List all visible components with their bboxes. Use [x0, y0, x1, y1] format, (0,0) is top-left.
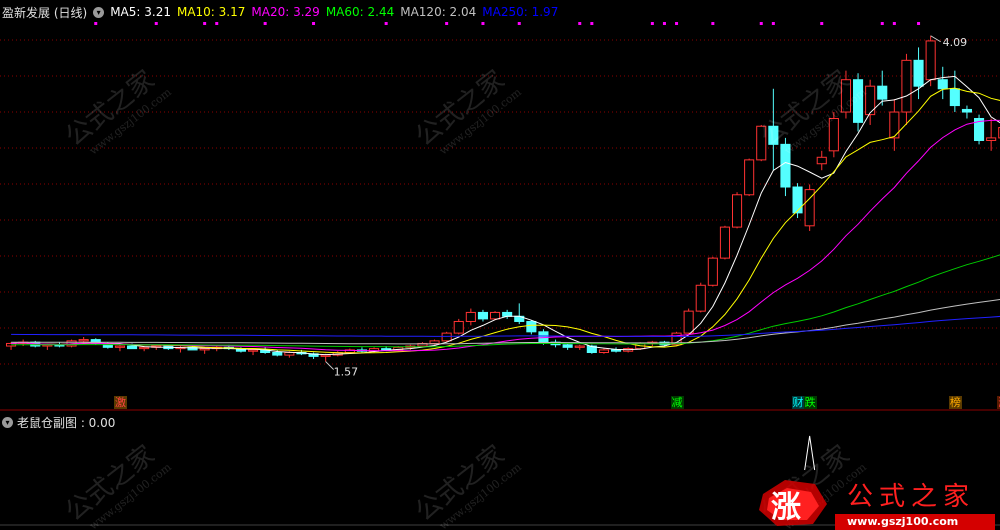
- signal-dot: [517, 22, 521, 25]
- signal-dot: [154, 22, 158, 25]
- event-tag: 激: [113, 396, 127, 409]
- event-tag: 榜: [948, 396, 962, 409]
- candle-body: [502, 311, 513, 317]
- candle-body: [683, 310, 694, 334]
- ma5-label: MA5: 3.21: [110, 5, 171, 19]
- signal-dot: [590, 22, 594, 25]
- candle-body: [78, 339, 89, 342]
- candle-body: [477, 311, 488, 320]
- ma250-line: [11, 315, 1000, 337]
- event-tag: 减: [670, 396, 684, 409]
- candle-body: [429, 340, 440, 344]
- ma60-label: MA60: 2.44: [325, 5, 395, 19]
- signal-dot: [675, 22, 679, 25]
- signal-dot: [445, 22, 449, 25]
- signal-dot: [892, 22, 896, 25]
- low-pointer: [325, 361, 335, 370]
- candle-body: [139, 346, 150, 350]
- candle-body: [199, 348, 210, 351]
- signal-dot: [384, 22, 388, 25]
- candle-body: [986, 137, 997, 141]
- event-tag: 跌: [803, 396, 817, 409]
- subchart-header: ▾ 老鼠仓副图 : 0.00: [2, 413, 115, 431]
- candle-body: [913, 59, 924, 87]
- candle-body: [695, 284, 706, 312]
- candle-body: [719, 226, 731, 259]
- candle-body: [127, 345, 138, 350]
- ma250-label: MA250: 1.97: [482, 5, 559, 19]
- logo-name: 公式之家: [847, 482, 976, 512]
- signal-dot: [650, 22, 654, 25]
- stock-chart-window: 4.09 1.57 盈新发展 (日线) ▾ MA5: 3.21 MA10: 3.1…: [0, 0, 1000, 530]
- candle-body: [272, 352, 283, 356]
- site-logo: 涨 公式之家 www.gszj100.com: [755, 470, 1000, 530]
- logo-url: www.gszj100.com: [847, 515, 959, 528]
- ma120-line: [11, 298, 1000, 345]
- candle-body: [792, 186, 803, 214]
- signal-dot: [215, 22, 219, 25]
- ma10-label: MA10: 3.17: [176, 5, 246, 19]
- candle-body: [877, 85, 888, 100]
- candle-body: [490, 311, 501, 320]
- high-price-label: 4.09: [943, 36, 968, 49]
- candle-body: [574, 345, 585, 348]
- chevron-down-icon[interactable]: ▾: [93, 6, 105, 18]
- candle-body: [732, 194, 743, 228]
- signal-dot: [759, 22, 763, 25]
- logo-badge: 涨: [771, 490, 801, 525]
- candle-body: [562, 344, 573, 348]
- ma120-label: MA120: 2.04: [400, 5, 477, 19]
- candle-body: [248, 349, 259, 352]
- candle-body: [465, 311, 476, 322]
- subchart-title: 老鼠仓副图 : 0.00: [17, 415, 116, 430]
- signal-dot: [263, 22, 267, 25]
- stock-title: 盈新发展 (日线): [2, 5, 88, 20]
- candle-body: [598, 349, 610, 354]
- candle-body: [925, 40, 936, 81]
- signal-dot: [711, 22, 715, 25]
- candle-body: [949, 88, 960, 107]
- signal-dot: [203, 22, 207, 25]
- candle-body: [707, 257, 718, 286]
- candle-body: [961, 108, 973, 113]
- candle-body: [611, 349, 622, 352]
- event-tag: 财: [791, 396, 805, 409]
- candle-body: [937, 79, 948, 90]
- signal-dot: [578, 22, 582, 25]
- candle-body: [744, 159, 755, 196]
- main-chart-header: 盈新发展 (日线) ▾ MA5: 3.21 MA10: 3.17 MA20: 3…: [2, 3, 564, 21]
- signal-dot: [880, 22, 884, 25]
- chevron-down-icon[interactable]: ▾: [2, 416, 13, 428]
- signal-dot: [481, 22, 485, 25]
- candle-body: [526, 320, 537, 333]
- candle-body: [114, 345, 126, 348]
- signal-dot: [917, 22, 921, 25]
- candle-body: [284, 352, 295, 356]
- ma20-label: MA20: 3.29: [251, 5, 320, 19]
- signal-dot: [94, 22, 98, 25]
- candle-body: [889, 111, 900, 139]
- signal-dot: [312, 22, 316, 25]
- candle-body: [320, 354, 331, 357]
- candle-body: [441, 332, 452, 342]
- ma60-line: [11, 254, 1000, 348]
- signal-dot: [820, 22, 824, 25]
- candle-body: [453, 320, 464, 334]
- low-price-label: 1.57: [334, 366, 359, 379]
- signal-dot: [771, 22, 775, 25]
- candle-body: [901, 59, 912, 113]
- candle-body: [816, 156, 827, 165]
- signal-dot: [662, 22, 666, 25]
